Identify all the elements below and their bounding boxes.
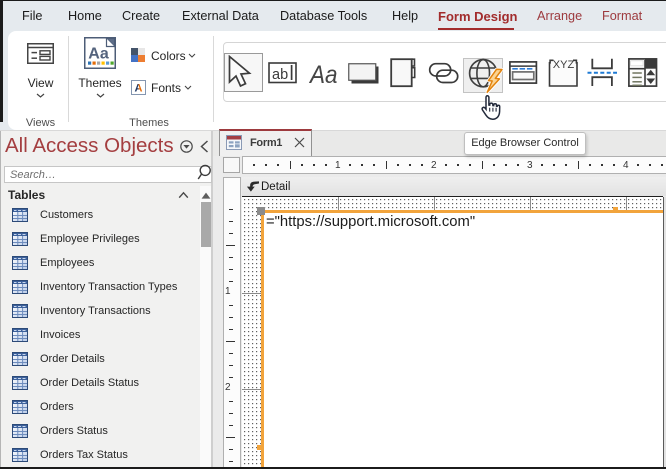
svg-text:ab: ab: [272, 67, 288, 83]
svg-text:XYZ: XYZ: [553, 59, 575, 71]
svg-text:Aa: Aa: [88, 46, 109, 63]
